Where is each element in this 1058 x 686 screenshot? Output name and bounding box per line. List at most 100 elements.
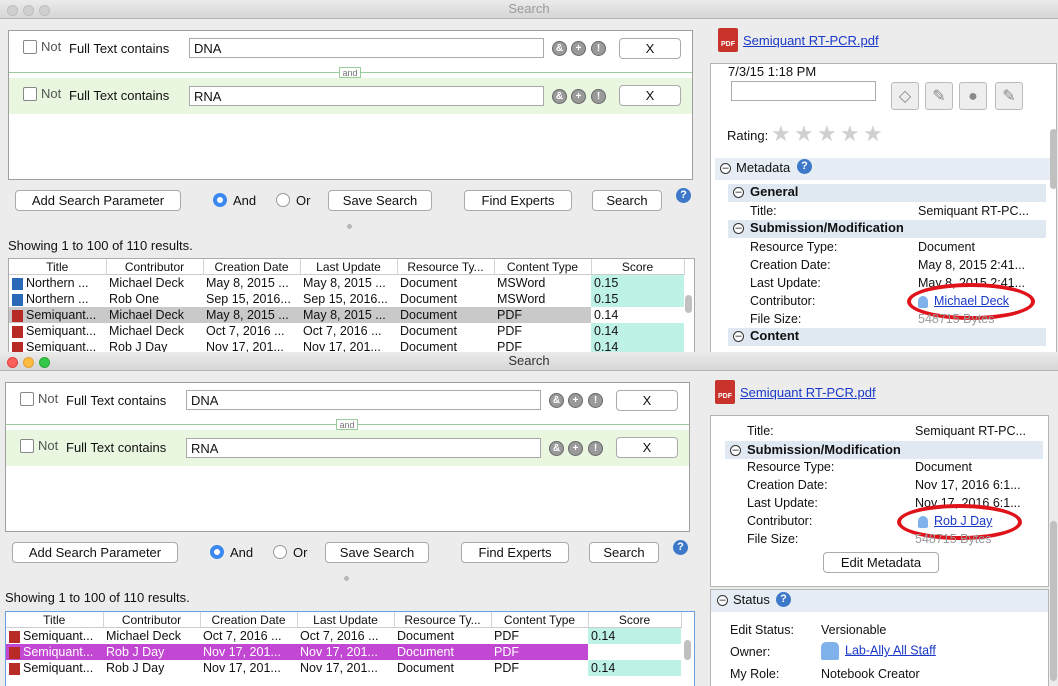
edit-tag-icon[interactable]: ✎ [925,82,953,110]
remove-row-button[interactable]: X [616,390,678,411]
rating-star-icon[interactable]: ★ [771,123,791,145]
query-text-input[interactable]: RNA [189,86,544,106]
rating-star-icon[interactable]: ★ [817,123,837,145]
add-operator-icon[interactable]: + [568,393,583,408]
table-row[interactable]: Northern ... Michael Deck May 8, 2015 ... M… [9,274,684,291]
not-operator-icon[interactable]: ! [588,393,603,408]
minimize-window-button[interactable] [23,5,34,16]
and-operator-icon[interactable]: & [549,393,564,408]
not-checkbox[interactable] [23,87,37,101]
not-checkbox[interactable] [20,392,34,406]
owner-value[interactable]: Lab-Ally All Staff [821,642,936,660]
column-header[interactable]: Content Type [494,259,592,275]
close-window-button[interactable] [7,357,18,368]
column-header[interactable]: Title [6,612,104,628]
collapse-icon[interactable]: – [717,595,728,606]
table-row[interactable]: Semiquant... Michael Deck Oct 7, 2016 ... O… [9,323,684,339]
column-header[interactable]: Resource Ty... [394,612,492,628]
table-row[interactable]: Semiquant... Michael Deck May 8, 2015 ... M… [9,307,684,323]
collapse-icon[interactable]: – [733,187,744,198]
and-connector-tag: and [336,419,358,430]
query-row: Not Full Text contains RNA & + ! X [9,78,692,114]
or-radio[interactable] [276,193,290,207]
rating-star-icon[interactable]: ★ [863,123,883,145]
file-name-link[interactable]: Semiquant RT-PCR.pdf [743,33,879,48]
collapse-icon[interactable]: – [733,331,744,342]
file-name-link[interactable]: Semiquant RT-PCR.pdf [740,385,876,400]
collapse-icon[interactable]: – [730,445,741,456]
close-window-button[interactable] [7,5,18,16]
and-radio[interactable] [210,545,224,559]
column-header[interactable]: Creation Date [200,612,298,628]
score-cell: 0.14 [588,627,681,644]
and-operator-icon[interactable]: & [552,89,567,104]
help-icon[interactable]: ? [676,188,691,203]
and-operator-icon[interactable]: & [549,441,564,456]
table-row[interactable]: Semiquant... Rob J Day Nov 17, 201... Nov 1… [6,660,681,676]
not-operator-icon[interactable]: ! [588,441,603,456]
updated-cell: Sep 15, 2016... [303,292,388,306]
table-row[interactable]: Semiquant... Rob J Day Nov 17, 201... Nov 1… [6,644,681,660]
not-operator-icon[interactable]: ! [591,89,606,104]
add-operator-icon[interactable]: + [568,441,583,456]
column-header[interactable]: Title [9,259,107,275]
splitter-handle[interactable] [347,224,352,229]
or-radio[interactable] [273,545,287,559]
comment-icon[interactable]: ● [959,82,987,110]
find-experts-button[interactable]: Find Experts [461,542,569,563]
table-row[interactable]: Semiquant... Rob J Day Nov 17, 201... Nov 1… [9,339,684,352]
add-operator-icon[interactable]: + [571,89,586,104]
tag-icon[interactable]: ◇ [891,82,919,110]
query-text-input[interactable]: DNA [189,38,544,58]
column-header[interactable]: Last Update [297,612,395,628]
help-icon[interactable]: ? [673,540,688,555]
zoom-window-button[interactable] [39,5,50,16]
column-header[interactable]: Content Type [491,612,589,628]
and-operator-icon[interactable]: & [552,41,567,56]
remove-row-button[interactable]: X [619,85,681,106]
help-icon[interactable]: ? [776,592,791,607]
add-search-parameter-button[interactable]: Add Search Parameter [12,542,178,563]
query-text-input[interactable]: RNA [186,438,541,458]
collapse-icon[interactable]: – [720,163,731,174]
column-header[interactable]: Contributor [106,259,204,275]
remove-row-button[interactable]: X [619,38,681,59]
title-cell: Semiquant... [9,323,106,339]
rating-star-icon[interactable]: ★ [794,123,814,145]
splitter-handle[interactable] [344,576,349,581]
help-icon[interactable]: ? [797,159,812,174]
and-radio[interactable] [213,193,227,207]
save-search-button[interactable]: Save Search [328,190,432,211]
table-row[interactable]: Semiquant... Michael Deck Oct 7, 2016 ... O… [6,627,681,644]
owner-link[interactable]: Lab-Ally All Staff [845,643,936,657]
column-header[interactable]: Last Update [300,259,398,275]
not-operator-icon[interactable]: ! [591,41,606,56]
save-search-button[interactable]: Save Search [325,542,429,563]
search-button[interactable]: Search [592,190,662,211]
column-header[interactable]: Resource Ty... [397,259,495,275]
results-scrollbar[interactable] [684,640,691,660]
add-operator-icon[interactable]: + [571,41,586,56]
minimize-window-button[interactable] [23,357,34,368]
remove-row-button[interactable]: X [616,437,678,458]
add-search-parameter-button[interactable]: Add Search Parameter [15,190,181,211]
zoom-window-button[interactable] [39,357,50,368]
edit-metadata-button[interactable]: Edit Metadata [823,552,939,573]
tag-input[interactable] [731,81,876,101]
not-checkbox[interactable] [20,439,34,453]
inspector-scrollbar[interactable] [1050,521,1057,681]
table-row[interactable]: Northern ... Rob One Sep 15, 2016... Sep 15… [9,291,684,307]
column-header[interactable]: Score [591,259,685,275]
query-text-input[interactable]: DNA [186,390,541,410]
not-checkbox[interactable] [23,40,37,54]
search-button[interactable]: Search [589,542,659,563]
inspector-scrollbar[interactable] [1050,129,1057,189]
column-header[interactable]: Contributor [103,612,201,628]
column-header[interactable]: Score [588,612,682,628]
results-scrollbar[interactable] [685,295,692,313]
find-experts-button[interactable]: Find Experts [464,190,572,211]
collapse-icon[interactable]: – [733,223,744,234]
annotate-icon[interactable]: ✎ [995,82,1023,110]
rating-star-icon[interactable]: ★ [840,123,860,145]
column-header[interactable]: Creation Date [203,259,301,275]
